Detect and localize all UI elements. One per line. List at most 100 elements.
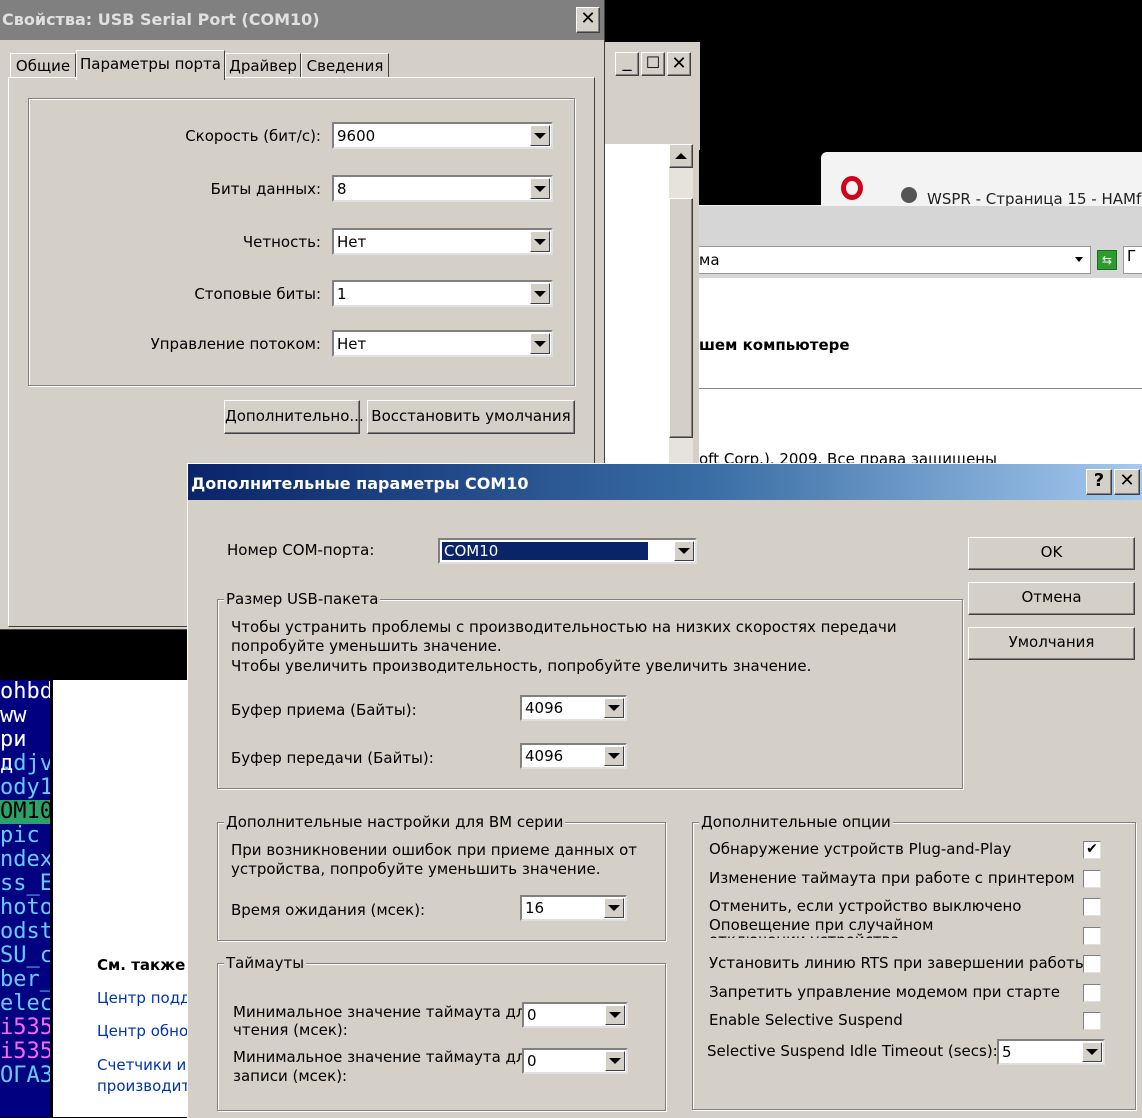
write-timeout-select[interactable]: 0 — [522, 1048, 628, 1074]
port-field-value: Нет — [337, 232, 367, 251]
close-properties-button[interactable]: ✕ — [576, 7, 600, 33]
defaults-button[interactable]: Умолчания — [968, 627, 1135, 660]
advanced-button-label: Дополнительно... — [225, 407, 364, 425]
port-field-label: Четность: — [242, 233, 321, 251]
browser-content: шем компьютере oft Corp.), 2009. Все пра… — [699, 278, 1142, 470]
close-advanced-label: ✕ — [1119, 470, 1135, 491]
port-field-label: Стоповые биты: — [194, 285, 321, 303]
address-bar[interactable]: ма — [699, 246, 1091, 274]
chevron-down-icon[interactable] — [530, 178, 550, 199]
port-field-select[interactable]: Нет — [332, 330, 553, 357]
port-field-value: Нет — [337, 334, 367, 353]
idle-timeout-value: 5 — [1002, 1043, 1012, 1061]
tab-favicon — [901, 187, 917, 203]
latency-label: Время ожидания (мсек): — [231, 901, 426, 919]
option-checkbox[interactable] — [1083, 898, 1101, 916]
port-field-select[interactable]: 9600 — [332, 122, 553, 149]
options-title: Дополнительные опции — [699, 813, 893, 831]
background-panel — [605, 144, 669, 464]
rx-buffer-value: 4096 — [525, 699, 564, 717]
tab-general[interactable]: Общие — [10, 53, 76, 79]
chevron-down-icon[interactable] — [1082, 1042, 1102, 1062]
help-button[interactable]: ? — [1086, 469, 1112, 495]
timeouts-group: Таймауты Минимальное значение таймаута д… — [217, 954, 666, 1111]
chevron-down-icon[interactable] — [605, 1051, 625, 1071]
chevron-down-icon[interactable] — [604, 698, 624, 718]
chevron-down-icon[interactable] — [605, 1005, 625, 1025]
browser-tab[interactable]: WSPR - Страница 15 - HAMfo — [821, 152, 1142, 208]
close-advanced-button[interactable]: ✕ — [1114, 469, 1140, 495]
port-field-select[interactable]: 1 — [332, 280, 553, 307]
tx-buffer-label: Буфер передачи (Байты): — [231, 749, 434, 767]
chevron-down-icon[interactable] — [530, 231, 550, 252]
port-field-label: Биты данных: — [210, 180, 321, 198]
tab-driver[interactable]: Драйвер — [225, 53, 301, 79]
option-checkbox[interactable] — [1083, 927, 1101, 945]
cancel-label: Отмена — [1021, 588, 1082, 606]
chevron-down-icon[interactable] — [604, 898, 624, 918]
console-line: odst — [0, 919, 50, 944]
help-link-update[interactable]: Центр обно — [97, 1022, 188, 1040]
help-link-counters[interactable]: Счетчики и производит — [97, 1055, 190, 1097]
opera-icon — [841, 176, 863, 200]
console-window: ohbd ww ри д .djv ody1 OM10 pic ndex ss_E hoto ods… — [0, 680, 50, 1117]
port-field-value: 1 — [337, 284, 347, 303]
chevron-down-icon[interactable] — [530, 333, 550, 354]
option-label: Отменить, если устройство выключено — [709, 897, 1022, 915]
option-label: Изменение таймаута при работе с принтеро… — [709, 869, 1075, 887]
usb-desc-1: Чтобы устранить проблемы с производитель… — [231, 618, 897, 636]
chevron-down-icon[interactable] — [604, 746, 624, 766]
console-line: .djv — [0, 751, 50, 776]
option-label: Запретить управление модемом при старте — [709, 983, 1060, 1001]
ok-button[interactable]: OK — [968, 537, 1135, 570]
help-window: См. также Центр подд Центр обно Счетчики… — [50, 680, 190, 1117]
tx-buffer-select[interactable]: 4096 — [520, 743, 627, 769]
port-field-select[interactable]: Нет — [332, 228, 553, 255]
rx-buffer-select[interactable]: 4096 — [520, 695, 627, 721]
option-checkbox[interactable] — [1083, 1012, 1101, 1030]
read-timeout-label-1: Минимальное значение таймаута для — [233, 1003, 535, 1021]
port-field-label: Управление потоком: — [150, 335, 321, 353]
option-checkbox[interactable] — [1083, 955, 1101, 973]
option-label: Обнаружение устройств Plug-and-Play — [709, 840, 1012, 858]
com-port-select[interactable]: COM10 — [438, 538, 697, 564]
usb-packet-title: Размер USB-пакета — [224, 590, 381, 608]
write-timeout-value: 0 — [527, 1052, 537, 1070]
go-icon[interactable]: ⇆ — [1097, 250, 1117, 270]
tab-details[interactable]: Сведения — [301, 53, 389, 79]
write-timeout-label-1: Минимальное значение таймаута для — [233, 1048, 535, 1066]
maximize-button[interactable]: ☐ — [641, 52, 665, 76]
read-timeout-select[interactable]: 0 — [522, 1002, 628, 1028]
restore-defaults-button[interactable]: Восстановить умолчания — [367, 400, 575, 434]
latency-select[interactable]: 16 — [520, 895, 627, 921]
chevron-down-icon[interactable] — [674, 541, 694, 561]
bm-settings-group: Дополнительные настройки для ВМ серии Пр… — [217, 813, 666, 941]
properties-title: Свойства: USB Serial Port (COM10) — [2, 10, 320, 29]
scrollbar[interactable] — [669, 144, 693, 464]
help-link-support[interactable]: Центр подд — [97, 989, 190, 1007]
option-checkbox[interactable] — [1083, 984, 1101, 1002]
scroll-thumb[interactable] — [669, 198, 693, 438]
scroll-up-button[interactable] — [669, 144, 693, 168]
close-background-button[interactable]: ✕ — [667, 52, 691, 76]
usb-desc-2: попробуйте уменьшить значение. — [231, 637, 502, 655]
advanced-title: Дополнительные параметры COM10 — [191, 474, 529, 493]
bm-desc-1: При возникновении ошибок при приеме данн… — [231, 841, 638, 859]
latency-value: 16 — [525, 899, 545, 917]
idle-timeout-select[interactable]: 5 — [997, 1039, 1105, 1065]
option-checkbox[interactable] — [1083, 870, 1101, 888]
port-field-select[interactable]: 8 — [332, 175, 553, 202]
cancel-button[interactable]: Отмена — [968, 582, 1135, 615]
address-dropdown-icon[interactable] — [1075, 257, 1083, 262]
minimize-button[interactable]: _ — [615, 52, 639, 76]
timeouts-title: Таймауты — [224, 954, 307, 972]
tab-port-settings[interactable]: Параметры порта — [76, 50, 225, 80]
chevron-down-icon[interactable] — [530, 283, 550, 304]
com-port-value: COM10 — [440, 540, 650, 562]
advanced-button[interactable]: Дополнительно... — [224, 400, 364, 434]
search-box[interactable]: Г — [1123, 246, 1142, 274]
options-group: Дополнительные опции Обнаружение устройс… — [692, 813, 1136, 1110]
console-line: ohbd — [0, 680, 50, 704]
option-checkbox[interactable]: ✔ — [1083, 841, 1101, 859]
chevron-down-icon[interactable] — [530, 125, 550, 146]
